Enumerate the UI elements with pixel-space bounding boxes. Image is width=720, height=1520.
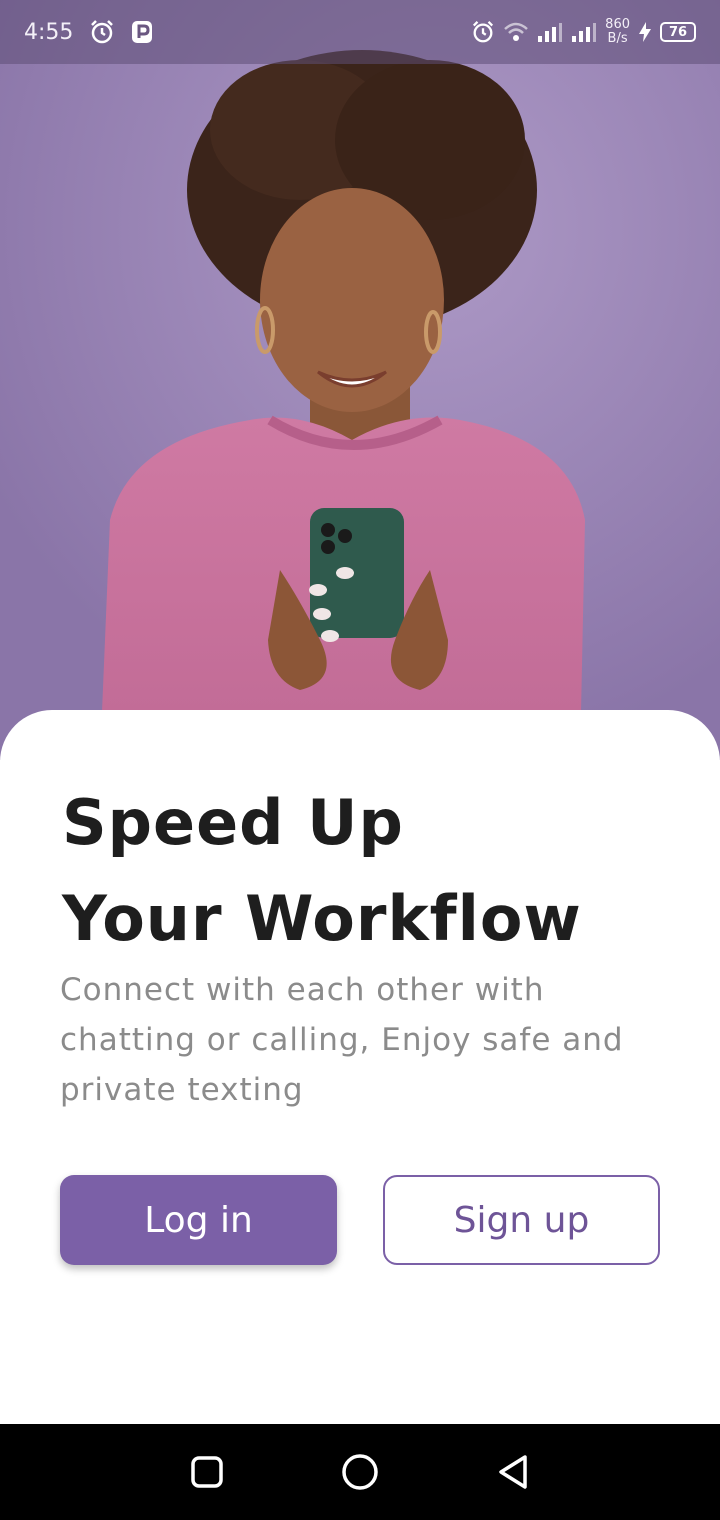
alarm-icon <box>471 20 495 44</box>
network-speed-unit: B/s <box>607 31 628 46</box>
signal-icon <box>537 21 563 43</box>
login-button[interactable]: Log in <box>60 1175 337 1265</box>
hero-illustration <box>0 0 720 760</box>
triangle-back-icon <box>499 1455 528 1489</box>
headline-line-1: Speed Up <box>62 786 404 859</box>
charging-icon <box>638 21 652 43</box>
recents-button[interactable] <box>177 1442 237 1502</box>
signal-icon <box>571 21 597 43</box>
hero-image <box>0 0 720 760</box>
system-nav-bar <box>0 1424 720 1520</box>
network-speed: 860 B/s <box>605 18 630 46</box>
battery-indicator: 76 <box>660 22 696 42</box>
status-left: 4:55 <box>24 19 153 45</box>
status-time: 4:55 <box>24 19 74 45</box>
subtitle: Connect with each other with chatting or… <box>60 972 624 1108</box>
status-bar: 4:55 860 B/s 76 <box>0 0 720 64</box>
headline: Speed Up Your Workflow <box>62 775 682 967</box>
circle-icon <box>342 1454 378 1490</box>
headline-line-2: Your Workflow <box>62 882 582 955</box>
status-right: 860 B/s 76 <box>471 18 696 46</box>
wifi-icon <box>503 21 529 43</box>
signup-button[interactable]: Sign up <box>383 1175 660 1265</box>
network-speed-value: 860 <box>605 17 630 32</box>
parking-app-icon <box>131 20 153 44</box>
home-button[interactable] <box>330 1442 390 1502</box>
square-icon <box>190 1456 223 1488</box>
alarm-icon <box>89 19 115 45</box>
back-button[interactable] <box>483 1442 543 1502</box>
